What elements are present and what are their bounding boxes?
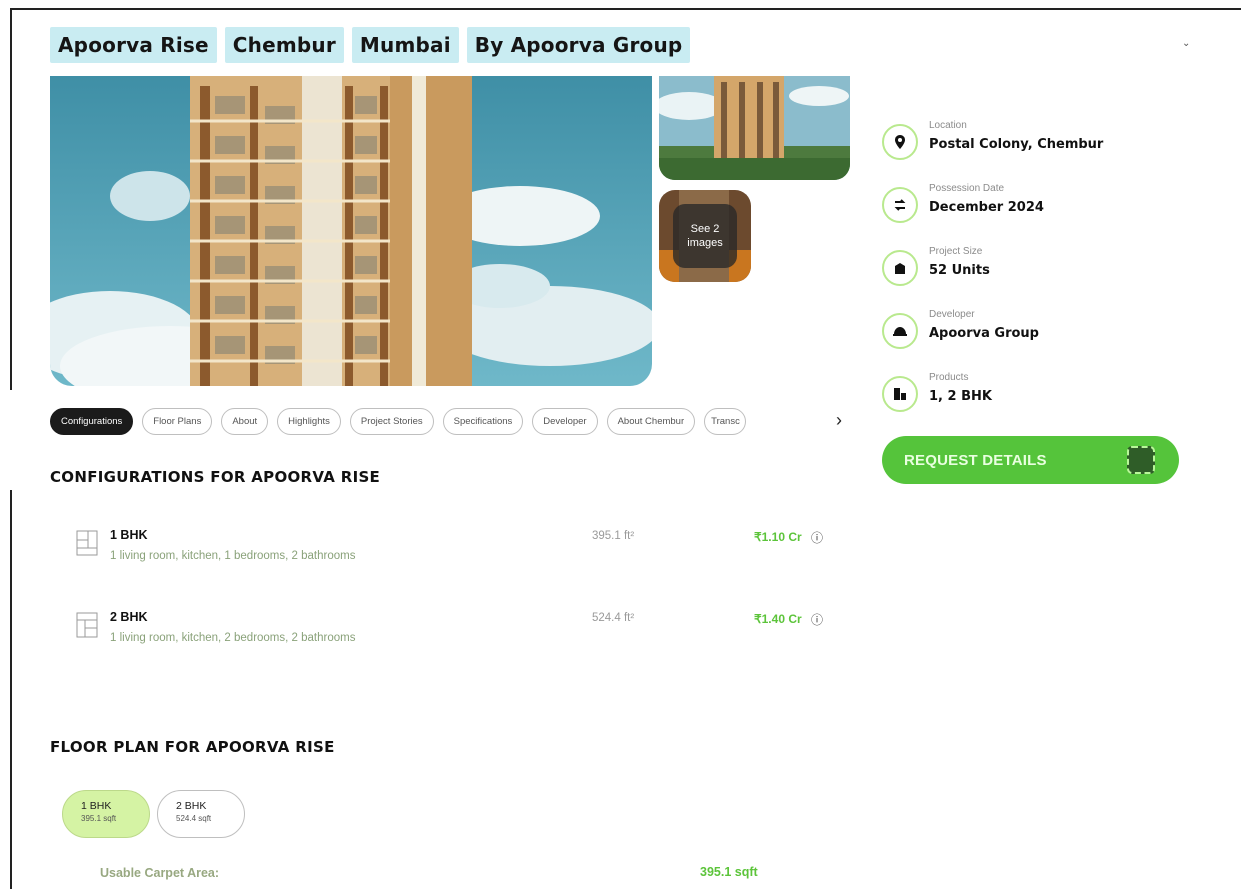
qr-code-icon [1127, 446, 1155, 474]
info-label: Products [929, 372, 969, 383]
usable-carpet-area-value: 395.1 sqft [700, 865, 758, 879]
info-products: Products 1, 2 BHK [882, 372, 1182, 422]
info-possession-date: Possession Date December 2024 [882, 183, 1182, 233]
section-tabs: Configurations Floor Plans About Highlig… [50, 408, 747, 435]
frame-gap [10, 390, 12, 490]
config-area: 395.1 ft² [592, 530, 635, 542]
floor-plan-option-name: 1 BHK [81, 800, 112, 812]
tab-project-stories[interactable]: Project Stories [349, 408, 434, 435]
see-more-label: images [687, 237, 723, 249]
config-price: ₹1.40 Cr [754, 612, 802, 626]
info-project-size: Project Size 52 Units [882, 246, 1182, 296]
arrows-swap-icon [882, 187, 918, 223]
tab-transactions[interactable]: Transc [704, 408, 747, 435]
tag-city[interactable]: Mumbai [351, 27, 459, 63]
info-label: Project Size [929, 246, 983, 257]
config-row[interactable]: 2 BHK 1 living room, kitchen, 2 bedrooms… [74, 610, 834, 660]
chevron-down-icon[interactable]: ⌄ [1182, 38, 1190, 49]
floorplan-icon [76, 612, 98, 638]
buildings-icon [882, 376, 918, 412]
floor-plan-option-2bhk[interactable]: 2 BHK 524.4 sqft [157, 790, 245, 838]
floorplan-icon [76, 530, 98, 556]
info-label: Developer [929, 309, 975, 320]
config-name: 1 BHK [110, 528, 148, 542]
info-value: 1, 2 BHK [929, 389, 992, 404]
info-location: Location Postal Colony, Chembur [882, 120, 1182, 170]
config-row[interactable]: 1 BHK 1 living room, kitchen, 1 bedrooms… [74, 528, 834, 578]
info-value: Apoorva Group [929, 326, 1039, 341]
tag-project-name[interactable]: Apoorva Rise [50, 27, 217, 63]
chevron-right-icon[interactable]: › [836, 410, 842, 431]
config-price: ₹1.10 Cr [754, 530, 802, 544]
tab-configurations[interactable]: Configurations [50, 408, 134, 435]
request-details-button[interactable]: REQUEST DETAILS [882, 436, 1179, 484]
building-icon [882, 250, 918, 286]
configurations-title: CONFIGURATIONS FOR APOORVA RISE [50, 468, 381, 486]
tag-developer[interactable]: By Apoorva Group [466, 27, 691, 63]
info-label: Location [929, 120, 967, 131]
see-more-overlay[interactable]: See 2 images [673, 204, 737, 268]
tab-floor-plans[interactable]: Floor Plans [142, 408, 213, 435]
floor-plan-option-1bhk[interactable]: 1 BHK 395.1 sqft [62, 790, 150, 838]
config-area: 524.4 ft² [592, 612, 635, 624]
info-developer: Developer Apoorva Group [882, 309, 1182, 359]
hardhat-icon [882, 313, 918, 349]
tab-specifications[interactable]: Specifications [442, 408, 524, 435]
config-description: 1 living room, kitchen, 1 bedrooms, 2 ba… [110, 550, 356, 562]
request-details-label: REQUEST DETAILS [904, 451, 1047, 469]
info-value: Postal Colony, Chembur [929, 137, 1104, 152]
info-value: December 2024 [929, 200, 1044, 215]
floor-plan-option-size: 524.4 sqft [176, 814, 212, 823]
tab-about-chembur[interactable]: About Chembur [606, 408, 696, 435]
gallery-see-more[interactable]: See 2 images [659, 190, 751, 282]
floor-plan-title: FLOOR PLAN FOR APOORVA RISE [50, 738, 335, 756]
info-label: Possession Date [929, 183, 1005, 194]
tab-developer[interactable]: Developer [532, 408, 598, 435]
gallery-thumbnail-1[interactable] [659, 76, 850, 180]
hero-image[interactable] [50, 76, 652, 386]
info-icon[interactable]: ⓘ [811, 611, 823, 628]
tab-highlights[interactable]: Highlights [277, 408, 341, 435]
location-pin-icon [882, 124, 918, 160]
config-name: 2 BHK [110, 610, 148, 624]
config-description: 1 living room, kitchen, 2 bedrooms, 2 ba… [110, 632, 356, 644]
tag-locality[interactable]: Chembur [224, 27, 344, 63]
project-tags: Apoorva Rise Chembur Mumbai By Apoorva G… [50, 27, 691, 63]
usable-carpet-area-label: Usable Carpet Area: [100, 866, 220, 880]
info-value: 52 Units [929, 263, 990, 278]
info-icon[interactable]: ⓘ [811, 529, 823, 546]
floor-plan-option-size: 395.1 sqft [81, 814, 117, 823]
floor-plan-option-name: 2 BHK [176, 800, 207, 812]
see-more-count: See 2 [690, 222, 720, 235]
tab-about[interactable]: About [221, 408, 269, 435]
